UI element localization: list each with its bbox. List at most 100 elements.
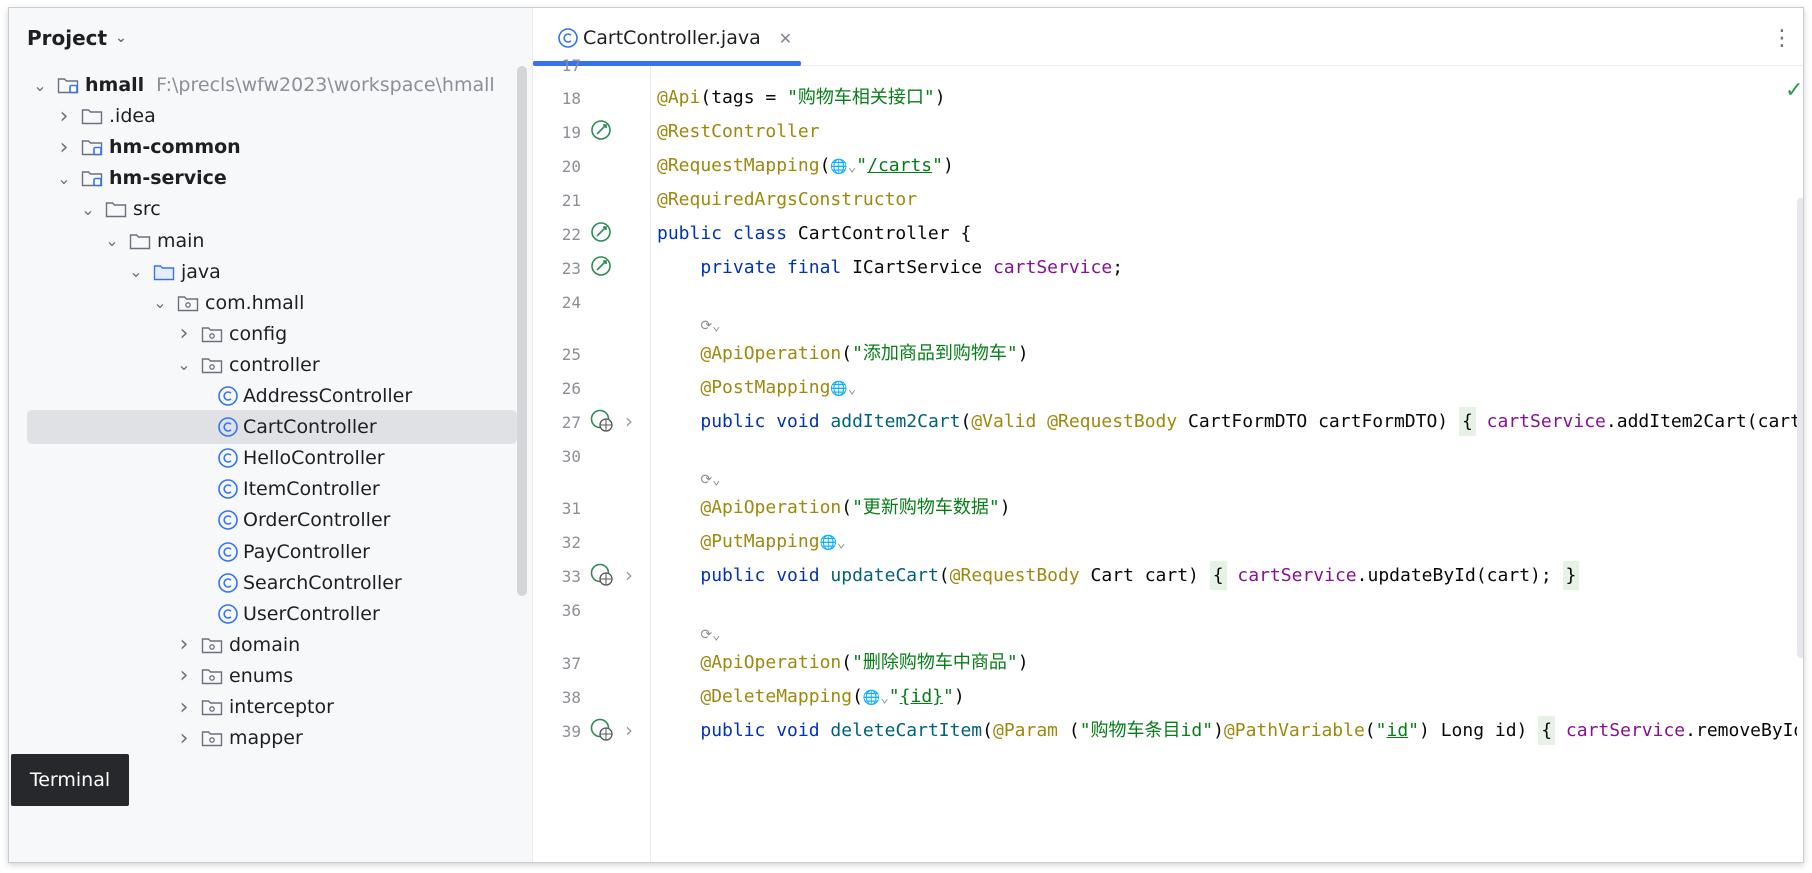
tree-item-enums[interactable]: › enums [27, 659, 517, 693]
tree-item-cartcontroller[interactable]: CartController [27, 410, 517, 445]
code-line-18: @Api(tags = "购物车相关接口") [657, 87, 946, 108]
ai-hint-line[interactable]: ⟳⌄ [657, 466, 720, 492]
fold-expand-icon[interactable]: › [625, 409, 633, 433]
tree-item-src[interactable]: ⌄ src [27, 192, 517, 226]
tree-item-label: .idea [109, 105, 156, 128]
java-class-icon [217, 572, 239, 594]
project-panel: Project ⌄ ⌄ hmall F:\precls\wfw2023\worksp… [9, 8, 533, 862]
chevron-down-icon[interactable]: ⌄ [31, 76, 49, 95]
code-line-33: public void updateCart(@RequestBody Cart… [657, 561, 1580, 590]
project-panel-header[interactable]: Project ⌄ [27, 23, 127, 53]
tab-cartcontroller[interactable]: CartController.java ✕ [557, 23, 792, 53]
tree-item-controller[interactable]: ⌄ controller [27, 348, 517, 382]
chevron-right-icon[interactable]: › [175, 321, 193, 346]
tree-item-hm-service[interactable]: ⌄ hm-service [27, 161, 517, 195]
code-line-32: @PutMapping🌐⌄ [700, 531, 846, 552]
tree-item-hm-common[interactable]: › hm-common [27, 130, 517, 164]
chevron-down-icon[interactable]: ⌄ [115, 30, 127, 46]
editor-scrollbar[interactable] [1797, 198, 1803, 658]
ide-window: Project ⌄ ⌄ hmall F:\precls\wfw2023\worksp… [8, 7, 1804, 863]
spring-bean-icon[interactable] [589, 253, 615, 279]
tree-item-itemcontroller[interactable]: ItemController [27, 472, 517, 506]
project-panel-title: Project [27, 26, 108, 50]
editor-tab-bar: CartController.java ✕ ⋮ [533, 8, 1803, 66]
code-view[interactable]: @Api(tags = "购物车相关接口") @RestController @… [657, 66, 1797, 862]
java-class-icon [217, 416, 239, 438]
globe-icon[interactable]: 🌐⌄ [863, 690, 889, 706]
terminal-tooltip: Terminal [11, 754, 129, 806]
tree-item-mapper[interactable]: › mapper [27, 721, 517, 755]
web-endpoint-icon[interactable] [589, 561, 615, 587]
project-scrollbar[interactable] [517, 66, 527, 596]
chevron-down-icon[interactable]: ⌄ [103, 231, 121, 250]
module-folder-icon [81, 169, 103, 187]
chevron-down-icon[interactable]: ⌄ [127, 262, 145, 281]
tree-item-idea[interactable]: › .idea [27, 99, 517, 133]
tree-item-com-hmall[interactable]: ⌄ com.hmall [27, 286, 517, 320]
tree-item-main[interactable]: ⌄ main [27, 224, 517, 258]
line-number: 36 [561, 601, 581, 620]
fold-expand-icon[interactable]: › [625, 563, 633, 587]
code-line-31: @ApiOperation("更新购物车数据") [700, 497, 1011, 518]
web-endpoint-icon[interactable] [589, 407, 615, 433]
tree-item-hmall[interactable]: ⌄ hmall F:\precls\wfw2023\workspace\hmall [27, 68, 517, 102]
editor-area: CartController.java ✕ ⋮ 17 18 19 20 21 22 23 2… [533, 8, 1803, 862]
chevron-right-icon[interactable]: › [175, 695, 193, 720]
spring-bean-icon[interactable] [589, 117, 615, 143]
package-icon [177, 294, 199, 312]
java-class-icon [217, 385, 239, 407]
package-icon [201, 325, 223, 343]
chevron-down-icon[interactable]: ⌄ [55, 169, 73, 188]
java-class-icon [217, 447, 239, 469]
fold-expand-icon[interactable]: › [625, 718, 633, 742]
code-line-21: @RequiredArgsConstructor [657, 189, 918, 210]
tree-item-label: interceptor [229, 696, 334, 718]
tree-item-label: com.hmall [205, 291, 305, 314]
ai-hint-line[interactable]: ⟳⌄ [657, 312, 721, 338]
chevron-down-icon[interactable]: ⌄ [175, 355, 193, 374]
line-number: 32 [561, 533, 581, 552]
ai-hint-line[interactable]: ⟳⌄ [657, 621, 720, 647]
folder-icon [81, 107, 103, 125]
tree-item-domain[interactable]: › domain [27, 628, 517, 662]
chevron-right-icon[interactable]: › [175, 632, 193, 657]
globe-icon[interactable]: 🌐⌄ [830, 381, 856, 397]
tree-item-config[interactable]: › config [27, 317, 517, 351]
close-tab-icon[interactable]: ✕ [779, 29, 792, 48]
source-folder-icon [153, 263, 175, 281]
package-icon [201, 356, 223, 374]
tree-item-paycontroller[interactable]: PayController [27, 535, 517, 569]
tree-item-addresscontroller[interactable]: AddressController [27, 379, 517, 413]
tree-item-label: src [133, 198, 161, 221]
tree-item-interceptor[interactable]: › interceptor [27, 690, 517, 724]
tree-item-usercontroller[interactable]: UserController [27, 597, 517, 631]
chevron-right-icon[interactable]: › [55, 135, 73, 160]
ai-assistant-icon: ⟳⌄ [700, 318, 721, 334]
java-class-icon [558, 28, 578, 48]
chevron-down-icon[interactable]: ⌄ [151, 293, 169, 312]
globe-icon[interactable]: 🌐⌄ [820, 535, 846, 551]
tree-item-hellocontroller[interactable]: HelloController [27, 441, 517, 475]
java-class-icon [217, 603, 239, 625]
code-line-20: @RequestMapping(🌐⌄"/carts") [657, 155, 954, 176]
java-class-icon [217, 509, 239, 531]
chevron-right-icon[interactable]: › [55, 104, 73, 129]
more-options-icon[interactable]: ⋮ [1771, 26, 1793, 51]
globe-icon[interactable]: 🌐⌄ [830, 159, 856, 175]
tree-item-label: SearchController [243, 571, 402, 594]
chevron-right-icon[interactable]: › [175, 663, 193, 688]
web-endpoint-icon[interactable] [589, 716, 615, 742]
tree-item-label: main [157, 229, 205, 252]
tree-item-label: domain [229, 633, 301, 656]
tree-item-java[interactable]: ⌄ java [27, 255, 517, 289]
tree-item-ordercontroller[interactable]: OrderController [27, 503, 517, 537]
line-number: 39 [561, 722, 581, 741]
spring-bean-icon[interactable] [589, 219, 615, 245]
chevron-right-icon[interactable]: › [175, 726, 193, 751]
chevron-down-icon[interactable]: ⌄ [79, 200, 97, 219]
tree-item-searchcontroller[interactable]: SearchController [27, 566, 517, 600]
java-class-icon [217, 541, 239, 563]
line-number: 24 [561, 293, 581, 312]
line-number: 25 [561, 345, 581, 364]
line-number: 27 [561, 413, 581, 432]
